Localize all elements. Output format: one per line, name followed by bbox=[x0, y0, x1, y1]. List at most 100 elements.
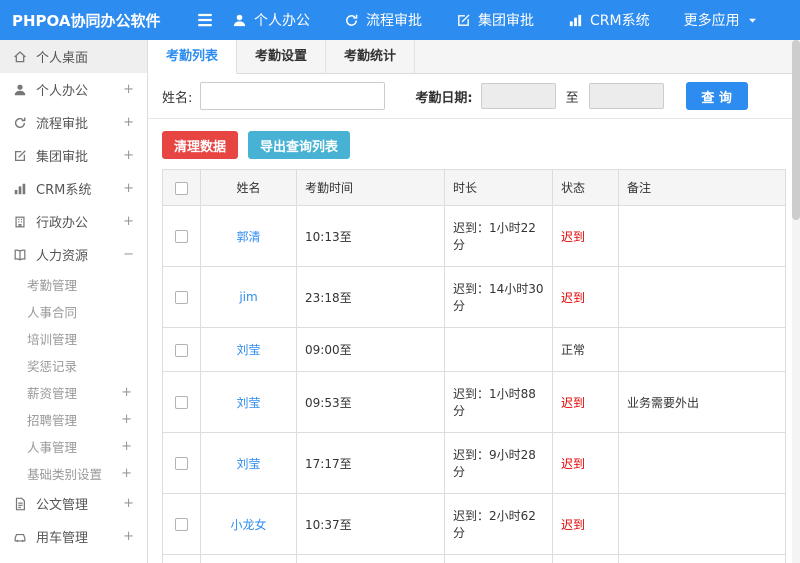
column-header: 时长 bbox=[444, 169, 553, 206]
sidebar-subitem-personnel-management[interactable]: 人事管理 + bbox=[0, 433, 147, 460]
select-all-cell bbox=[162, 169, 201, 206]
sidebar-item-group-approval[interactable]: 集团审批 + bbox=[0, 139, 147, 172]
nav-item-crm-system[interactable]: CRM系统 bbox=[568, 10, 650, 30]
row-checkbox[interactable] bbox=[175, 343, 188, 357]
sidebar-subitem-label: 基础类别设置 bbox=[27, 467, 103, 482]
tab-attendance-stats[interactable]: 考勤统计 bbox=[326, 40, 416, 73]
sidebar-item-human-resources[interactable]: 人力资源 − bbox=[0, 238, 147, 271]
note-cell bbox=[618, 327, 786, 372]
attendance-table: 姓名 考勤时间 时长 状态 备注 郭清 10:13至 迟到：1小时22分 迟到 jim 23:18至… bbox=[162, 169, 786, 563]
sidebar-subitem-label: 招聘管理 bbox=[27, 413, 78, 428]
search-button[interactable]: 查 询 bbox=[685, 82, 748, 110]
name-filter-input[interactable] bbox=[200, 82, 386, 110]
home-icon bbox=[13, 50, 27, 64]
toolbar: 清理数据 导出查询列表 bbox=[148, 119, 800, 169]
sidebar-subitem-base-category-settings[interactable]: 基础类别设置 + bbox=[0, 460, 147, 487]
expand-icon[interactable]: + bbox=[123, 149, 134, 162]
sidebar-subitem-salary-management[interactable]: 薪资管理 + bbox=[0, 379, 147, 406]
doc-icon bbox=[13, 497, 27, 511]
sidebar-item-crm-system[interactable]: CRM系统 + bbox=[0, 172, 147, 205]
nav-item-more-apps[interactable]: 更多应用 bbox=[684, 10, 758, 30]
table-header-row: 姓名 考勤时间 时长 状态 备注 bbox=[162, 169, 786, 206]
expand-icon[interactable]: + bbox=[123, 116, 134, 129]
row-checkbox[interactable] bbox=[175, 396, 188, 409]
sidebar-subitem-reward-punishment[interactable]: 奖惩记录 bbox=[0, 352, 147, 379]
edit-icon bbox=[456, 13, 471, 28]
sidebar-item-vehicle-management[interactable]: 用车管理 + bbox=[0, 520, 147, 553]
sidebar-item-label: 集团审批 bbox=[36, 150, 89, 165]
row-select-cell bbox=[162, 266, 201, 328]
note-cell bbox=[618, 266, 786, 328]
export-list-button[interactable]: 导出查询列表 bbox=[248, 131, 351, 159]
chart-icon bbox=[13, 182, 27, 196]
expand-icon[interactable]: + bbox=[123, 497, 134, 510]
nav-item-workflow-approval[interactable]: 流程审批 bbox=[344, 10, 422, 30]
sidebar-subitem-recruitment-management[interactable]: 招聘管理 + bbox=[0, 406, 147, 433]
clean-data-button[interactable]: 清理数据 bbox=[162, 131, 239, 159]
row-checkbox[interactable] bbox=[175, 230, 188, 243]
employee-name-link[interactable]: 刘莹 bbox=[236, 396, 260, 410]
expand-icon[interactable]: + bbox=[121, 467, 132, 480]
status-cell: 迟到 bbox=[552, 432, 619, 494]
expand-icon[interactable]: + bbox=[123, 182, 134, 195]
attendance-time-cell: 23:18至 bbox=[296, 266, 445, 328]
duration-cell bbox=[444, 327, 553, 372]
nav-item-label: 个人办公 bbox=[254, 13, 310, 29]
sidebar-item-label: CRM系统 bbox=[36, 183, 92, 198]
employee-name-link[interactable]: 小龙女 bbox=[230, 518, 266, 532]
duration-cell: 迟到：1小时22分 bbox=[444, 205, 553, 267]
sidebar-subitem-attendance-management[interactable]: 考勤管理 bbox=[0, 271, 147, 298]
select-all-checkbox[interactable] bbox=[175, 181, 188, 195]
attendance-time-cell: 10:37至 bbox=[296, 493, 445, 555]
employee-name-link[interactable]: 郭清 bbox=[236, 230, 260, 244]
sidebar-item-workflow-approval[interactable]: 流程审批 + bbox=[0, 106, 147, 139]
nav-item-personal-office[interactable]: 个人办公 bbox=[232, 10, 310, 30]
sidebar: 个人桌面 个人办公 + 流程审批 + 集团审批 + CRM系统 + 行政办公 + 人力资源 − 考勤管理人… bbox=[0, 40, 148, 563]
row-checkbox[interactable] bbox=[175, 291, 188, 304]
sidebar-item-label: 个人桌面 bbox=[36, 51, 89, 66]
table-row: jim 23:18至 迟到：14小时30分 迟到 bbox=[162, 266, 786, 328]
nav-item-group-approval[interactable]: 集团审批 bbox=[456, 10, 534, 30]
scrollbar[interactable] bbox=[792, 40, 800, 563]
sidebar-item-label: 公文管理 bbox=[36, 498, 89, 513]
employee-name-link[interactable]: 刘莹 bbox=[236, 343, 260, 357]
user-icon bbox=[13, 83, 27, 97]
nav-item-label: 流程审批 bbox=[366, 13, 422, 29]
sidebar-subitem-label: 薪资管理 bbox=[27, 386, 78, 401]
row-checkbox[interactable] bbox=[175, 457, 188, 470]
employee-name-cell: 小龙女 bbox=[200, 493, 297, 555]
sidebar-subitem-training-management[interactable]: 培训管理 bbox=[0, 325, 147, 352]
book-icon bbox=[13, 248, 27, 262]
expand-icon[interactable]: + bbox=[123, 530, 134, 543]
expand-icon[interactable]: + bbox=[121, 440, 132, 453]
menu-icon[interactable] bbox=[196, 11, 214, 29]
employee-name-cell: 郭清 bbox=[200, 205, 297, 267]
chart-icon bbox=[568, 13, 583, 28]
top-header: PHPOA协同办公软件 个人办公 流程审批 集团审批 CRM系统 更多应用 bbox=[0, 0, 800, 40]
row-checkbox[interactable] bbox=[175, 518, 188, 531]
sidebar-item-admin-office[interactable]: 行政办公 + bbox=[0, 205, 147, 238]
sidebar-item-personal-office[interactable]: 个人办公 + bbox=[0, 73, 147, 106]
date-from-input[interactable] bbox=[480, 83, 556, 109]
expand-icon[interactable]: + bbox=[121, 386, 132, 399]
employee-name-link[interactable]: 刘莹 bbox=[236, 457, 260, 471]
employee-name-link[interactable]: jim bbox=[239, 290, 257, 304]
employee-name-cell: 刘莹 bbox=[200, 432, 297, 494]
date-to-input[interactable] bbox=[588, 83, 664, 109]
column-header: 考勤时间 bbox=[296, 169, 445, 206]
tab-attendance-list[interactable]: 考勤列表 bbox=[148, 40, 238, 74]
column-header: 状态 bbox=[552, 169, 619, 206]
flow-icon bbox=[344, 13, 359, 28]
sidebar-subitem-hr-contract[interactable]: 人事合同 bbox=[0, 298, 147, 325]
collapse-icon[interactable]: − bbox=[123, 248, 134, 261]
scrollbar-thumb[interactable] bbox=[792, 40, 800, 220]
expand-icon[interactable]: + bbox=[123, 83, 134, 96]
table-row: 刘莹 09:00至 正常 bbox=[162, 327, 786, 372]
sidebar-item-personal-desktop[interactable]: 个人桌面 bbox=[0, 40, 147, 73]
duration-cell: 迟到：9小时28分 bbox=[444, 432, 553, 494]
expand-icon[interactable]: + bbox=[123, 215, 134, 228]
sidebar-item-doc-management[interactable]: 公文管理 + bbox=[0, 487, 147, 520]
expand-icon[interactable]: + bbox=[121, 413, 132, 426]
nav-item-label: 集团审批 bbox=[478, 13, 534, 29]
tab-attendance-settings[interactable]: 考勤设置 bbox=[237, 40, 327, 73]
